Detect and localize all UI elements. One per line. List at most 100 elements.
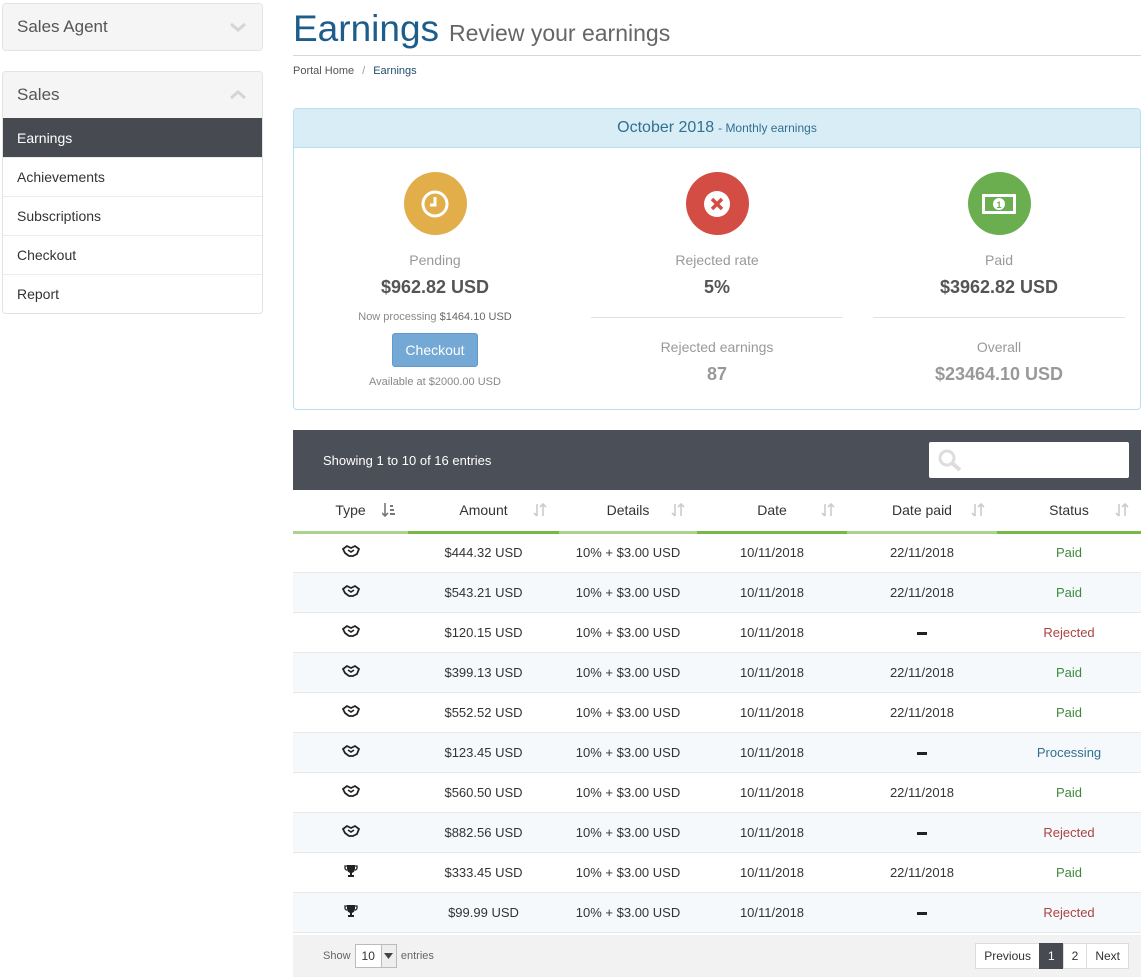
breadcrumb-current: Earnings bbox=[373, 65, 417, 77]
cell-date-paid-wrap bbox=[847, 892, 997, 933]
column-type-label: Type bbox=[335, 502, 366, 519]
cell-status: Processing bbox=[997, 732, 1141, 773]
sidebar-item-report[interactable]: Report bbox=[3, 274, 262, 313]
pagination: Previous 1 2 Next bbox=[975, 943, 1129, 969]
cell-amount: $543.21 USD bbox=[408, 572, 559, 613]
pagination-previous[interactable]: Previous bbox=[975, 943, 1040, 969]
cell-details: 10% + $3.00 USD bbox=[559, 772, 697, 813]
sidebar-item-earnings[interactable]: Earnings bbox=[3, 118, 262, 157]
breadcrumb-home[interactable]: Portal Home bbox=[293, 65, 354, 77]
show-label: Show bbox=[323, 950, 351, 962]
cell-date-paid-wrap: 22/11/2018 bbox=[847, 572, 997, 613]
column-amount-label: Amount bbox=[459, 502, 508, 519]
sales-agent-title: Sales Agent bbox=[17, 17, 108, 36]
cell-amount: $560.50 USD bbox=[408, 772, 559, 813]
sort-icon bbox=[533, 502, 547, 517]
cell-details: 10% + $3.00 USD bbox=[559, 612, 697, 653]
table-row: $123.45 USD 10% + $3.00 USD 10/11/2018 Proc… bbox=[293, 732, 1141, 773]
sidebar-item-checkout[interactable]: Checkout bbox=[3, 235, 262, 274]
cell-date-paid-wrap bbox=[847, 812, 997, 853]
cell-date-paid: 22/11/2018 bbox=[889, 545, 955, 560]
cell-type bbox=[293, 572, 408, 613]
cell-details: 10% + $3.00 USD bbox=[559, 572, 697, 613]
cell-date-paid-wrap: 22/11/2018 bbox=[847, 692, 997, 733]
sales-agent-header[interactable]: Sales Agent bbox=[3, 4, 262, 50]
chevron-down-icon bbox=[380, 945, 396, 967]
column-header-details[interactable]: Details bbox=[559, 490, 697, 534]
column-header-date-paid[interactable]: Date paid bbox=[847, 490, 997, 534]
column-header-status[interactable]: Status bbox=[997, 490, 1141, 534]
cell-date-paid-wrap bbox=[847, 732, 997, 773]
sidebar-item-subscriptions[interactable]: Subscriptions bbox=[3, 196, 262, 235]
handshake-icon bbox=[341, 744, 360, 761]
cell-details: 10% + $3.00 USD bbox=[559, 652, 697, 693]
pagination-page-2[interactable]: 2 bbox=[1062, 943, 1088, 969]
pagination-next[interactable]: Next bbox=[1086, 943, 1129, 969]
cell-date: 10/11/2018 bbox=[697, 652, 847, 693]
pagination-page-1[interactable]: 1 bbox=[1038, 943, 1064, 969]
chevron-down-icon bbox=[230, 22, 246, 32]
cell-date: 10/11/2018 bbox=[697, 572, 847, 613]
cell-status: Rejected bbox=[997, 812, 1141, 853]
search-input[interactable] bbox=[929, 442, 1129, 478]
cell-amount: $882.56 USD bbox=[408, 812, 559, 853]
cell-type bbox=[293, 732, 408, 773]
cell-amount: $552.52 USD bbox=[408, 692, 559, 733]
handshake-icon bbox=[341, 584, 360, 601]
cell-date: 10/11/2018 bbox=[697, 892, 847, 933]
now-processing-value: $1464.10 USD bbox=[439, 311, 512, 323]
minus-icon bbox=[917, 831, 927, 835]
cell-date-paid: 22/11/2018 bbox=[889, 704, 955, 720]
paid-value: $3962.82 USD bbox=[939, 277, 1059, 297]
clock-icon bbox=[403, 172, 467, 235]
table-header-row: Type Amount Details Date Date paid Statu… bbox=[293, 490, 1141, 534]
sales-title: Sales bbox=[17, 85, 60, 104]
handshake-icon bbox=[341, 624, 360, 641]
svg-text:1: 1 bbox=[996, 200, 1001, 210]
rejected-column: Rejected rate 5% Rejected earnings 87 bbox=[576, 148, 858, 385]
cell-status: Paid bbox=[997, 772, 1141, 813]
page-length: Show 10 entries bbox=[323, 944, 434, 968]
close-icon bbox=[685, 172, 749, 235]
rejected-earnings-label: Rejected earnings bbox=[660, 339, 774, 355]
paid-divider bbox=[873, 317, 1125, 318]
cell-type bbox=[293, 652, 408, 693]
sidebar-item-achievements[interactable]: Achievements bbox=[3, 157, 262, 196]
trophy-icon bbox=[343, 864, 358, 881]
table-row: $882.56 USD 10% + $3.00 USD 10/11/2018 Reje… bbox=[293, 812, 1141, 853]
cell-date-paid-wrap bbox=[847, 612, 997, 653]
cell-details: 10% + $3.00 USD bbox=[559, 852, 697, 893]
cell-amount: $333.45 USD bbox=[408, 852, 559, 893]
checkout-button[interactable]: Checkout bbox=[392, 333, 478, 367]
cell-date: 10/11/2018 bbox=[697, 772, 847, 813]
table-footer: Show 10 entries Previous 1 2 Next bbox=[293, 935, 1141, 977]
column-header-date[interactable]: Date bbox=[697, 490, 847, 534]
summary-note: - Monthly earnings bbox=[718, 121, 817, 135]
cell-date: 10/11/2018 bbox=[697, 532, 847, 573]
entries-label: entries bbox=[400, 950, 434, 962]
column-header-amount[interactable]: Amount bbox=[408, 490, 559, 534]
cell-date: 10/11/2018 bbox=[697, 612, 847, 653]
chevron-up-icon bbox=[230, 90, 246, 100]
cell-date-paid-wrap: 22/11/2018 bbox=[847, 772, 997, 813]
page-size-value: 10 bbox=[361, 949, 375, 963]
rejected-divider bbox=[591, 317, 843, 318]
pending-column: Pending $962.82 USD Now processing $1464… bbox=[294, 148, 576, 388]
cell-date: 10/11/2018 bbox=[697, 692, 847, 733]
cell-type bbox=[293, 772, 408, 813]
now-processing: Now processing $1464.10 USD bbox=[294, 311, 576, 323]
rejected-rate-label: Rejected rate bbox=[675, 252, 759, 268]
cell-status: Paid bbox=[997, 852, 1141, 893]
column-header-type[interactable]: Type bbox=[293, 490, 408, 534]
minus-icon bbox=[917, 751, 927, 755]
breadcrumb-separator: / bbox=[362, 65, 366, 77]
monthly-summary-card: October 2018 - Monthly earnings Pending … bbox=[293, 108, 1141, 410]
cell-type bbox=[293, 892, 408, 933]
minus-icon bbox=[917, 911, 927, 915]
sales-header[interactable]: Sales bbox=[3, 72, 262, 118]
page-size-select[interactable]: 10 bbox=[354, 944, 397, 968]
handshake-icon bbox=[341, 784, 360, 801]
cell-date-paid: 22/11/2018 bbox=[889, 584, 955, 600]
earnings-table: Type Amount Details Date Date paid Statu… bbox=[293, 490, 1141, 933]
table-row: $120.15 USD 10% + $3.00 USD 10/11/2018 Reje… bbox=[293, 612, 1141, 653]
